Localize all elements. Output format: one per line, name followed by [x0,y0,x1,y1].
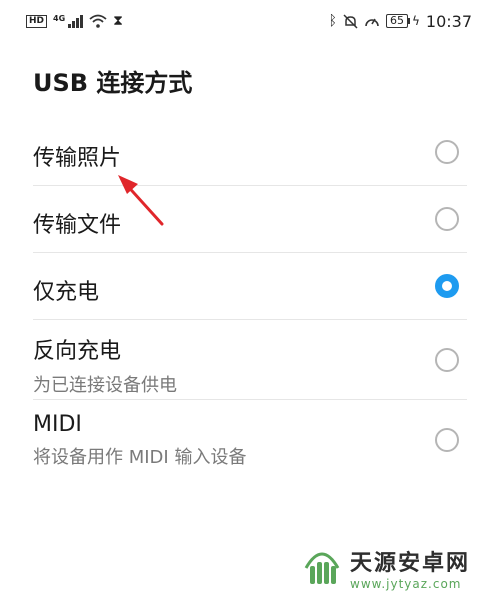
network-type: 4G [53,13,66,23]
option-transfer-photos[interactable]: 传输照片 [33,118,467,186]
status-bar-right: ᛒ 65 ϟ 10:37 [329,12,500,31]
hd-badge: HD [26,14,48,28]
clock: 10:37 [425,11,472,31]
annotation-arrow-icon [118,175,164,226]
option-label: 传输照片 [33,146,122,171]
option-label: MIDI [33,412,82,437]
option-charge-only[interactable]: 仅充电 [33,253,467,320]
bell-off-icon [343,13,358,29]
option-label: 仅充电 [33,280,100,305]
radio-button[interactable] [435,428,459,452]
watermark: 天源安卓网 www.jytyaz.com [300,545,470,591]
radio-button-selected[interactable] [435,274,459,298]
status-bar-left: HD 4G ⧗ [0,13,123,29]
option-transfer-files[interactable]: 传输文件 [33,186,467,253]
radio-button[interactable] [435,207,459,231]
radio-button[interactable] [435,139,459,164]
option-description: 为已连接设备供电 [33,375,177,396]
status-bar: HD 4G ⧗ ᛒ 65 ϟ 10:37 [0,0,500,42]
signal-icon [68,14,84,28]
wifi-icon [89,14,107,28]
watermark-name: 天源安卓网 [350,551,471,576]
gauge-icon [365,18,379,26]
option-reverse-charging[interactable]: 反向充电 为已连接设备供电 [33,320,467,400]
hourglass-icon: ⧗ [113,13,123,29]
option-midi[interactable]: MIDI 将设备用作 MIDI 输入设备 [33,400,467,480]
option-description: 将设备用作 MIDI 输入设备 [33,447,247,468]
option-label: 传输文件 [33,213,122,238]
watermark-text: 天源安卓网 www.jytyaz.com [350,545,470,591]
usb-mode-list: 传输照片 传输文件 仅充电 反向充电 为已连接设备供电 MIDI 将设备用作 M… [33,118,467,480]
android-logo-icon [304,552,340,584]
radio-button[interactable] [435,347,459,372]
battery-indicator: 65 ϟ [385,14,420,28]
bluetooth-icon: ᛒ [328,13,337,29]
bolt-icon: ϟ [411,14,420,28]
option-label: 反向充电 [33,339,122,364]
page-title: USB 连接方式 [33,69,193,97]
watermark-url: www.jytyaz.com [350,577,462,591]
battery-level: 65 [385,14,408,28]
